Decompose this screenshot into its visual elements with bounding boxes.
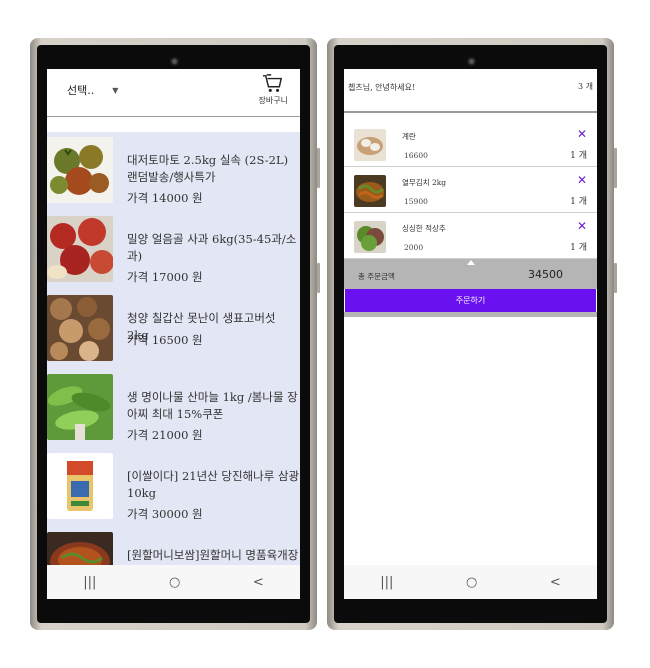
order-total-bar: 총 주문금액 34500 (344, 259, 597, 289)
total-label: 총 주문금액 (358, 272, 395, 281)
cart-item-quantity: 1 개 (570, 243, 587, 253)
welcome-message: 쳅츠님, 안녕하세요! (348, 83, 416, 92)
system-navigation-bar: ||| ○ < (47, 565, 300, 599)
product-name: 생 명이나물 산마늘 1kg /봄나물 장아찌 최대 15%쿠폰 (127, 390, 298, 421)
cart-item: 계란 16600 ✕ 1 개 (344, 121, 597, 167)
back-button[interactable]: < (550, 575, 561, 590)
product-item-mushroom[interactable]: 청양 칠갑산 못난이 생표고버섯 2kg 가격 16500 원 (47, 290, 300, 369)
cart-item: 열무김치 2kg 15900 ✕ 1 개 (344, 167, 597, 213)
product-image-yukgaejang (47, 532, 113, 565)
phone-bezel: 선택.. ▼ 장바구니 대저토마토 2.5kg 실속 (2S-2L) 랜덤발송/… (37, 45, 310, 623)
home-button[interactable]: ○ (466, 575, 477, 590)
cart-label: 장바구니 (258, 96, 288, 105)
back-button[interactable]: < (253, 575, 264, 590)
cart-item-image-eggs (354, 129, 386, 161)
category-select-label: 선택.. (67, 84, 95, 97)
cart-item-image-lettuce (354, 221, 386, 253)
product-image-rice (47, 453, 113, 519)
cart-item-list: 계란 16600 ✕ 1 개 열무김치 2kg 15900 ✕ 1 개 싱싱한 … (344, 121, 597, 259)
front-camera (169, 57, 179, 66)
product-name: 대저토마토 2.5kg 실속 (2S-2L) 랜덤발송/행사특가 (127, 153, 289, 184)
product-image-apple (47, 216, 113, 282)
product-price: 가격 16500 원 (127, 333, 203, 347)
phone-bezel: 쳅츠님, 안녕하세요! 3 개 계란 16600 ✕ 1 개 열무김치 2kg … (334, 45, 607, 623)
remove-icon[interactable]: ✕ (577, 219, 587, 233)
shopping-cart-icon (263, 74, 283, 92)
product-name: 밀양 얼음골 사과 6kg(35-45과/소과) (127, 232, 297, 263)
order-button[interactable]: 주문하기 (345, 289, 596, 312)
cart-item-name: 싱싱한 적상추 (402, 224, 446, 233)
product-item-tomato[interactable]: 대저토마토 2.5kg 실속 (2S-2L) 랜덤발송/행사특가 가격 1400… (47, 132, 300, 211)
product-price: 가격 21000 원 (127, 428, 203, 442)
chevron-down-icon: ▼ (112, 85, 119, 95)
home-button[interactable]: ○ (169, 575, 180, 590)
remove-icon[interactable]: ✕ (577, 173, 587, 187)
product-price: 가격 17000 원 (127, 270, 203, 284)
left-phone-frame: 선택.. ▼ 장바구니 대저토마토 2.5kg 실속 (2S-2L) 랜덤발송/… (30, 38, 320, 630)
chevron-up-icon[interactable] (466, 260, 475, 265)
product-item-rice[interactable]: [이쌀이다] 21년산 당진해나루 삼광 10kg 가격 30000 원 (47, 448, 300, 527)
power-button (614, 263, 617, 293)
remove-icon[interactable]: ✕ (577, 127, 587, 141)
product-item-yukgaejang[interactable]: [원할머니보쌈]원할머니 명품육개장 600g 10팩 (47, 527, 300, 565)
total-bar-bottom (344, 312, 597, 317)
product-price: 가격 14000 원 (127, 191, 203, 205)
product-image-mushroom (47, 295, 113, 361)
cart-item-image-kimchi (354, 175, 386, 207)
power-button (317, 263, 320, 293)
recent-apps-button[interactable]: ||| (83, 575, 96, 590)
cart-item-quantity: 1 개 (570, 197, 587, 207)
right-phone-frame: 쳅츠님, 안녕하세요! 3 개 계란 16600 ✕ 1 개 열무김치 2kg … (327, 38, 617, 630)
front-camera (466, 57, 476, 66)
cart-screen: 쳅츠님, 안녕하세요! 3 개 계란 16600 ✕ 1 개 열무김치 2kg … (344, 69, 597, 599)
product-image-tomato (47, 137, 113, 203)
cart-item-price: 2000 (404, 243, 424, 252)
app-header: 선택.. ▼ 장바구니 (47, 69, 300, 117)
cart-item-name: 계란 (402, 132, 416, 141)
product-name: [이쌀이다] 21년산 당진해나루 삼광 10kg (127, 469, 300, 500)
cart-count: 3 개 (578, 82, 593, 91)
volume-button (317, 148, 320, 188)
product-list: 대저토마토 2.5kg 실속 (2S-2L) 랜덤발송/행사특가 가격 1400… (47, 132, 300, 565)
product-price: 가격 30000 원 (127, 507, 203, 521)
category-select[interactable]: 선택.. ▼ (67, 82, 118, 98)
product-item-wild-garlic[interactable]: 생 명이나물 산마늘 1kg /봄나물 장아찌 최대 15%쿠폰 가격 2100… (47, 369, 300, 448)
cart-button[interactable]: 장바구니 (259, 74, 288, 106)
cart-header: 쳅츠님, 안녕하세요! 3 개 (344, 69, 597, 113)
cart-item-price: 15900 (404, 197, 428, 206)
product-item-apple[interactable]: 밀양 얼음골 사과 6kg(35-45과/소과) 가격 17000 원 (47, 211, 300, 290)
product-list-screen: 선택.. ▼ 장바구니 대저토마토 2.5kg 실속 (2S-2L) 랜덤발송/… (47, 69, 300, 599)
cart-item-price: 16600 (404, 151, 428, 160)
total-amount: 34500 (528, 268, 563, 281)
cart-item-quantity: 1 개 (570, 151, 587, 161)
volume-button (614, 148, 617, 188)
cart-item-name: 열무김치 2kg (402, 178, 447, 187)
recent-apps-button[interactable]: ||| (380, 575, 393, 590)
cart-item: 싱싱한 적상추 2000 ✕ 1 개 (344, 213, 597, 259)
product-name: [원할머니보쌈]원할머니 명품육개장 600g 10팩 (127, 548, 299, 562)
system-navigation-bar: ||| ○ < (344, 565, 597, 599)
product-image-wild-garlic (47, 374, 113, 440)
